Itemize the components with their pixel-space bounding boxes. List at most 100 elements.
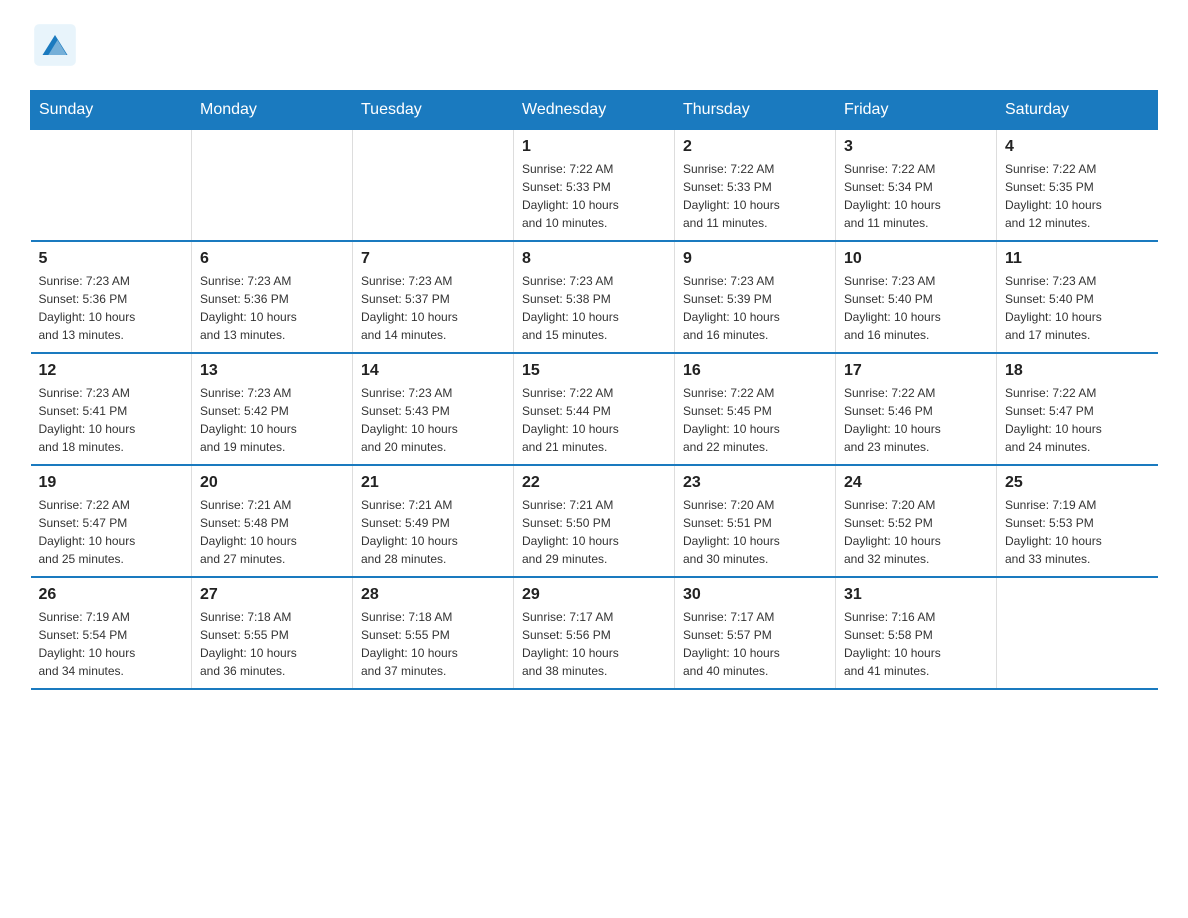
calendar-cell: 21 Sunrise: 7:21 AMSunset: 5:49 PMDayligh…	[353, 465, 514, 577]
day-info: Sunrise: 7:17 AMSunset: 5:57 PMDaylight:…	[683, 608, 827, 680]
day-number: 9	[683, 250, 827, 268]
calendar-cell: 5 Sunrise: 7:23 AMSunset: 5:36 PMDaylight…	[31, 241, 192, 353]
day-number: 15	[522, 362, 666, 380]
day-number: 20	[200, 474, 344, 492]
calendar-cell: 13 Sunrise: 7:23 AMSunset: 5:42 PMDayligh…	[192, 353, 353, 465]
calendar-cell: 3 Sunrise: 7:22 AMSunset: 5:34 PMDaylight…	[836, 130, 997, 242]
calendar-cell: 10Sunrise: 7:23 AMSunset: 5:40 PMDayligh…	[836, 241, 997, 353]
day-number: 7	[361, 250, 505, 268]
calendar-cell: 16 Sunrise: 7:22 AMSunset: 5:45 PMDayligh…	[675, 353, 836, 465]
day-number: 26	[39, 586, 184, 604]
calendar-cell: 19 Sunrise: 7:22 AMSunset: 5:47 PMDayligh…	[31, 465, 192, 577]
calendar-cell: 25 Sunrise: 7:19 AMSunset: 5:53 PMDayligh…	[997, 465, 1158, 577]
calendar-cell: 23 Sunrise: 7:20 AMSunset: 5:51 PMDayligh…	[675, 465, 836, 577]
day-info: Sunrise: 7:23 AMSunset: 5:40 PMDaylight:…	[844, 272, 988, 344]
week-row-2: 12Sunrise: 7:23 AMSunset: 5:41 PMDayligh…	[31, 353, 1158, 465]
day-number: 13	[200, 362, 344, 380]
calendar-table: SundayMondayTuesdayWednesdayThursdayFrid…	[30, 90, 1158, 690]
day-number: 25	[1005, 474, 1150, 492]
calendar-cell	[31, 130, 192, 242]
calendar-header: SundayMondayTuesdayWednesdayThursdayFrid…	[31, 91, 1158, 130]
day-info: Sunrise: 7:22 AMSunset: 5:33 PMDaylight:…	[683, 160, 827, 232]
day-info: Sunrise: 7:22 AMSunset: 5:35 PMDaylight:…	[1005, 160, 1150, 232]
day-number: 6	[200, 250, 344, 268]
day-info: Sunrise: 7:20 AMSunset: 5:51 PMDaylight:…	[683, 496, 827, 568]
calendar-cell: 2 Sunrise: 7:22 AMSunset: 5:33 PMDaylight…	[675, 130, 836, 242]
day-info: Sunrise: 7:22 AMSunset: 5:45 PMDaylight:…	[683, 384, 827, 456]
day-number: 3	[844, 138, 988, 156]
calendar-cell: 12Sunrise: 7:23 AMSunset: 5:41 PMDayligh…	[31, 353, 192, 465]
calendar-cell: 8 Sunrise: 7:23 AMSunset: 5:38 PMDaylight…	[514, 241, 675, 353]
day-info: Sunrise: 7:22 AMSunset: 5:33 PMDaylight:…	[522, 160, 666, 232]
calendar-cell: 7 Sunrise: 7:23 AMSunset: 5:37 PMDaylight…	[353, 241, 514, 353]
calendar-cell	[192, 130, 353, 242]
day-number: 5	[39, 250, 184, 268]
calendar-cell: 15Sunrise: 7:22 AMSunset: 5:44 PMDayligh…	[514, 353, 675, 465]
calendar-cell: 22Sunrise: 7:21 AMSunset: 5:50 PMDayligh…	[514, 465, 675, 577]
day-number: 22	[522, 474, 666, 492]
calendar-cell: 11Sunrise: 7:23 AMSunset: 5:40 PMDayligh…	[997, 241, 1158, 353]
day-header-wednesday: Wednesday	[514, 91, 675, 130]
day-number: 31	[844, 586, 988, 604]
day-info: Sunrise: 7:22 AMSunset: 5:47 PMDaylight:…	[39, 496, 184, 568]
week-row-4: 26 Sunrise: 7:19 AMSunset: 5:54 PMDayligh…	[31, 577, 1158, 689]
day-number: 23	[683, 474, 827, 492]
day-info: Sunrise: 7:22 AMSunset: 5:34 PMDaylight:…	[844, 160, 988, 232]
day-info: Sunrise: 7:23 AMSunset: 5:43 PMDaylight:…	[361, 384, 505, 456]
day-info: Sunrise: 7:22 AMSunset: 5:46 PMDaylight:…	[844, 384, 988, 456]
day-info: Sunrise: 7:18 AMSunset: 5:55 PMDaylight:…	[200, 608, 344, 680]
day-number: 18	[1005, 362, 1150, 380]
day-info: Sunrise: 7:17 AMSunset: 5:56 PMDaylight:…	[522, 608, 666, 680]
day-info: Sunrise: 7:23 AMSunset: 5:38 PMDaylight:…	[522, 272, 666, 344]
day-info: Sunrise: 7:22 AMSunset: 5:47 PMDaylight:…	[1005, 384, 1150, 456]
day-info: Sunrise: 7:21 AMSunset: 5:49 PMDaylight:…	[361, 496, 505, 568]
day-info: Sunrise: 7:19 AMSunset: 5:53 PMDaylight:…	[1005, 496, 1150, 568]
day-info: Sunrise: 7:21 AMSunset: 5:48 PMDaylight:…	[200, 496, 344, 568]
day-number: 30	[683, 586, 827, 604]
calendar-cell: 9Sunrise: 7:23 AMSunset: 5:39 PMDaylight…	[675, 241, 836, 353]
calendar-cell: 14 Sunrise: 7:23 AMSunset: 5:43 PMDayligh…	[353, 353, 514, 465]
day-info: Sunrise: 7:23 AMSunset: 5:40 PMDaylight:…	[1005, 272, 1150, 344]
day-header-tuesday: Tuesday	[353, 91, 514, 130]
day-info: Sunrise: 7:19 AMSunset: 5:54 PMDaylight:…	[39, 608, 184, 680]
calendar-cell: 4 Sunrise: 7:22 AMSunset: 5:35 PMDaylight…	[997, 130, 1158, 242]
calendar-cell: 31 Sunrise: 7:16 AMSunset: 5:58 PMDayligh…	[836, 577, 997, 689]
day-number: 16	[683, 362, 827, 380]
day-info: Sunrise: 7:16 AMSunset: 5:58 PMDaylight:…	[844, 608, 988, 680]
calendar-cell: 24 Sunrise: 7:20 AMSunset: 5:52 PMDayligh…	[836, 465, 997, 577]
calendar-cell: 26 Sunrise: 7:19 AMSunset: 5:54 PMDayligh…	[31, 577, 192, 689]
day-number: 29	[522, 586, 666, 604]
calendar-cell: 17 Sunrise: 7:22 AMSunset: 5:46 PMDayligh…	[836, 353, 997, 465]
day-info: Sunrise: 7:20 AMSunset: 5:52 PMDaylight:…	[844, 496, 988, 568]
day-number: 21	[361, 474, 505, 492]
calendar-cell: 30 Sunrise: 7:17 AMSunset: 5:57 PMDayligh…	[675, 577, 836, 689]
day-number: 24	[844, 474, 988, 492]
day-number: 8	[522, 250, 666, 268]
day-header-monday: Monday	[192, 91, 353, 130]
calendar-cell: 20 Sunrise: 7:21 AMSunset: 5:48 PMDayligh…	[192, 465, 353, 577]
week-row-1: 5 Sunrise: 7:23 AMSunset: 5:36 PMDaylight…	[31, 241, 1158, 353]
day-number: 17	[844, 362, 988, 380]
day-info: Sunrise: 7:23 AMSunset: 5:37 PMDaylight:…	[361, 272, 505, 344]
day-info: Sunrise: 7:23 AMSunset: 5:36 PMDaylight:…	[200, 272, 344, 344]
calendar-body: 1Sunrise: 7:22 AMSunset: 5:33 PMDaylight…	[31, 130, 1158, 690]
day-number: 4	[1005, 138, 1150, 156]
logo-icon	[30, 20, 80, 70]
day-header-row: SundayMondayTuesdayWednesdayThursdayFrid…	[31, 91, 1158, 130]
week-row-3: 19 Sunrise: 7:22 AMSunset: 5:47 PMDayligh…	[31, 465, 1158, 577]
logo	[30, 20, 86, 70]
day-number: 14	[361, 362, 505, 380]
day-info: Sunrise: 7:23 AMSunset: 5:41 PMDaylight:…	[39, 384, 184, 456]
calendar-cell: 27Sunrise: 7:18 AMSunset: 5:55 PMDayligh…	[192, 577, 353, 689]
day-info: Sunrise: 7:23 AMSunset: 5:42 PMDaylight:…	[200, 384, 344, 456]
calendar-cell: 1Sunrise: 7:22 AMSunset: 5:33 PMDaylight…	[514, 130, 675, 242]
calendar-cell: 29 Sunrise: 7:17 AMSunset: 5:56 PMDayligh…	[514, 577, 675, 689]
week-row-0: 1Sunrise: 7:22 AMSunset: 5:33 PMDaylight…	[31, 130, 1158, 242]
day-info: Sunrise: 7:23 AMSunset: 5:36 PMDaylight:…	[39, 272, 184, 344]
day-info: Sunrise: 7:18 AMSunset: 5:55 PMDaylight:…	[361, 608, 505, 680]
page-header	[30, 20, 1158, 70]
day-number: 2	[683, 138, 827, 156]
day-number: 28	[361, 586, 505, 604]
day-number: 19	[39, 474, 184, 492]
day-header-friday: Friday	[836, 91, 997, 130]
